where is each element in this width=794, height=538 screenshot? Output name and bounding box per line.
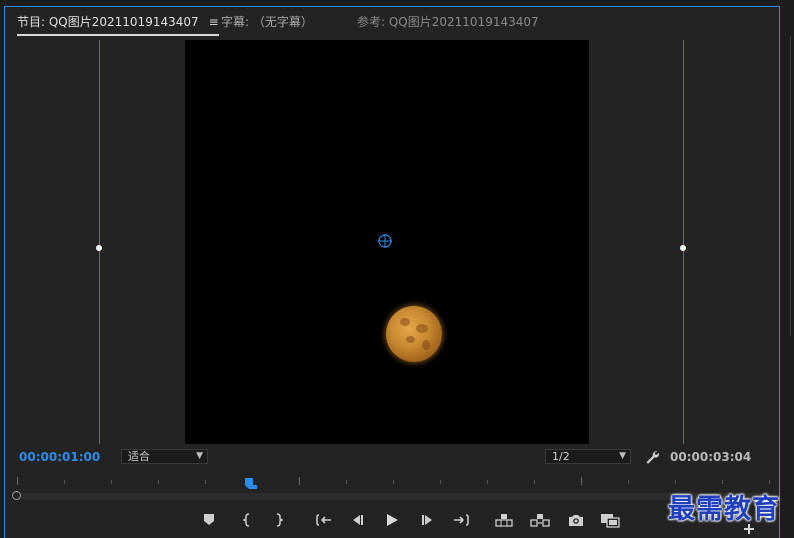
chevron-down-icon: ▼ <box>619 451 626 461</box>
panel-tabs: 节目: QQ图片20211019143407 ≡ 字幕: （无字幕） 参考: QQ… <box>5 7 779 36</box>
comparison-icon <box>601 513 620 528</box>
ruler-tick <box>205 480 206 484</box>
tab-program[interactable]: 节目: QQ图片20211019143407 ≡ <box>17 13 219 36</box>
go-to-out-icon <box>454 514 469 526</box>
mark-out-icon <box>276 513 283 527</box>
time-ruler[interactable] <box>12 477 772 491</box>
tab-captions[interactable]: 字幕: （无字幕） <box>221 13 313 30</box>
current-timecode[interactable]: 00:00:01:00 <box>19 450 100 464</box>
program-video-viewer[interactable] <box>185 40 589 444</box>
ruler-tick <box>534 480 535 484</box>
panel-menu-icon[interactable]: ≡ <box>209 15 219 29</box>
go-to-out-button[interactable] <box>452 512 470 528</box>
watermark-text: 最需教育 <box>668 494 780 525</box>
go-to-in-button[interactable] <box>315 512 333 528</box>
play-button[interactable] <box>384 512 400 528</box>
extract-button[interactable] <box>529 512 551 528</box>
go-to-in-icon <box>316 514 331 526</box>
zoom-level-value: 适合 <box>128 450 150 463</box>
export-frame-button[interactable] <box>567 512 585 528</box>
guide-handle-right[interactable] <box>680 245 686 251</box>
mark-in-icon <box>243 513 250 527</box>
ruler-tick <box>769 480 770 484</box>
step-back-icon <box>353 515 363 525</box>
chevron-down-icon: ▼ <box>196 451 203 461</box>
playback-resolution-value: 1/2 <box>552 450 570 463</box>
ruler-tick <box>440 480 441 484</box>
add-marker-button[interactable] <box>202 512 216 528</box>
mark-out-button[interactable] <box>272 512 286 528</box>
play-icon <box>386 514 398 526</box>
ruler-tick <box>393 480 394 484</box>
guide-handle-left[interactable] <box>96 245 102 251</box>
wrench-icon[interactable] <box>644 449 660 465</box>
timeline-zoom-scrollbar[interactable] <box>12 491 772 500</box>
step-forward-icon <box>422 515 432 525</box>
motion-guide-right[interactable] <box>683 40 684 444</box>
playback-resolution-select[interactable]: 1/2 ▼ <box>545 449 631 464</box>
comparison-view-button[interactable] <box>599 512 621 528</box>
duration-timecode: 00:00:03:04 <box>670 450 752 464</box>
motion-guide-left[interactable] <box>99 40 100 444</box>
ruler-tick <box>487 480 488 484</box>
ruler-tick <box>722 480 723 484</box>
marker-icon <box>204 514 214 525</box>
scrollbar-handle[interactable] <box>12 491 21 500</box>
lift-button[interactable] <box>494 512 514 528</box>
moon-image <box>386 306 442 362</box>
step-forward-button[interactable] <box>420 512 436 528</box>
step-back-button[interactable] <box>349 512 365 528</box>
tab-program-label: 节目: QQ图片20211019143407 <box>17 15 199 29</box>
ruler-tick <box>628 480 629 484</box>
ruler-tick <box>346 480 347 484</box>
mark-in-button[interactable] <box>240 512 254 528</box>
ruler-tick <box>675 480 676 484</box>
extract-icon <box>530 514 550 527</box>
ruler-tick <box>17 477 18 485</box>
playhead-icon[interactable] <box>244 478 258 490</box>
lift-icon <box>495 514 513 527</box>
adjacent-panel-edge <box>781 0 794 538</box>
ruler-tick <box>111 480 112 484</box>
anchor-point-icon[interactable] <box>378 234 392 248</box>
ruler-tick <box>581 477 582 485</box>
zoom-level-select[interactable]: 适合 ▼ <box>121 449 208 464</box>
ruler-tick <box>158 480 159 484</box>
ruler-tick <box>299 477 300 485</box>
camera-icon <box>569 514 583 526</box>
tab-reference[interactable]: 参考: QQ图片20211019143407 <box>357 13 539 30</box>
ruler-tick <box>64 480 65 484</box>
